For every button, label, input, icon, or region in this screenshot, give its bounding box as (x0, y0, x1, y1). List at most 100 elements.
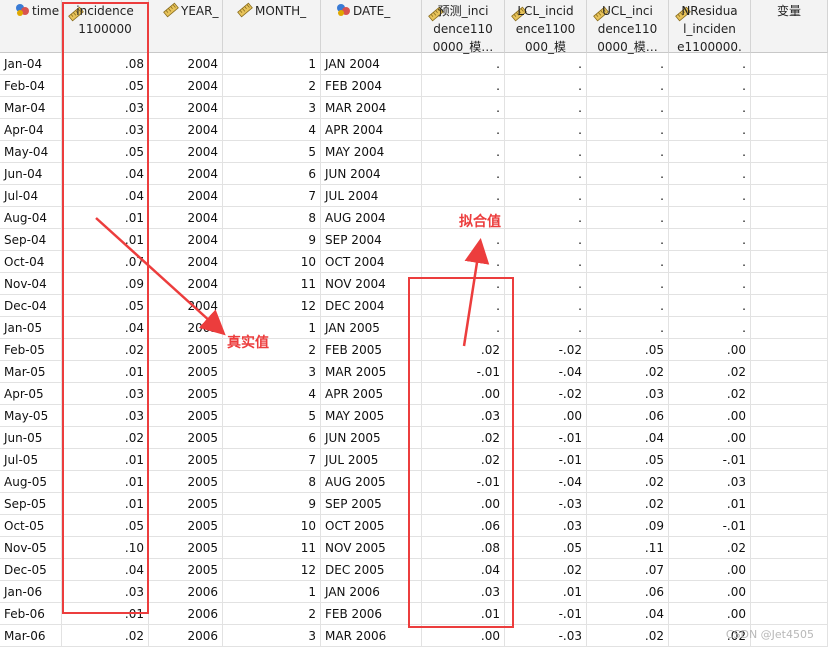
cell-nres[interactable]: . (669, 97, 751, 119)
cell-lcl[interactable]: -.04 (505, 361, 587, 383)
cell-month[interactable]: 10 (223, 251, 321, 273)
cell-empty-var[interactable] (751, 515, 828, 537)
cell-time[interactable]: Jul-05 (0, 449, 62, 471)
cell-empty-var[interactable] (751, 361, 828, 383)
cell-year[interactable]: 2005 (149, 383, 223, 405)
cell-year[interactable]: 2005 (149, 317, 223, 339)
cell-nres[interactable]: . (669, 273, 751, 295)
cell-date[interactable]: JAN 2006 (321, 581, 422, 603)
cell-nres[interactable]: . (669, 119, 751, 141)
cell-month[interactable]: 1 (223, 53, 321, 75)
cell-nres[interactable]: .00 (669, 559, 751, 581)
cell-time[interactable]: Feb-06 (0, 603, 62, 625)
cell-lcl[interactable]: -.03 (505, 625, 587, 647)
cell-month[interactable]: 3 (223, 97, 321, 119)
cell-ucl[interactable]: .06 (587, 405, 669, 427)
cell-ucl[interactable]: .05 (587, 449, 669, 471)
cell-ucl[interactable]: . (587, 75, 669, 97)
cell-empty-var[interactable] (751, 317, 828, 339)
cell-year[interactable]: 2004 (149, 229, 223, 251)
cell-month[interactable]: 9 (223, 493, 321, 515)
cell-year[interactable]: 2004 (149, 97, 223, 119)
cell-time[interactable]: Sep-04 (0, 229, 62, 251)
cell-ucl[interactable]: . (587, 251, 669, 273)
cell-ucl[interactable]: .05 (587, 339, 669, 361)
cell-date[interactable]: SEP 2004 (321, 229, 422, 251)
cell-month[interactable]: 8 (223, 471, 321, 493)
cell-pred[interactable]: . (422, 141, 505, 163)
cell-pred[interactable]: . (422, 251, 505, 273)
column-header-pred[interactable]: 预测_inci dence110 0000_模… (422, 0, 505, 54)
cell-lcl[interactable]: . (505, 251, 587, 273)
cell-date[interactable]: FEB 2004 (321, 75, 422, 97)
cell-lcl[interactable]: . (505, 317, 587, 339)
cell-empty-var[interactable] (751, 295, 828, 317)
cell-year[interactable]: 2005 (149, 559, 223, 581)
cell-pred[interactable]: . (422, 163, 505, 185)
cell-date[interactable]: MAR 2006 (321, 625, 422, 647)
cell-year[interactable]: 2006 (149, 603, 223, 625)
cell-ucl[interactable]: . (587, 163, 669, 185)
cell-time[interactable]: Feb-04 (0, 75, 62, 97)
cell-empty-var[interactable] (751, 141, 828, 163)
cell-lcl[interactable]: . (505, 229, 587, 251)
cell-month[interactable]: 4 (223, 383, 321, 405)
cell-date[interactable]: AUG 2004 (321, 207, 422, 229)
cell-year[interactable]: 2004 (149, 185, 223, 207)
cell-pred[interactable]: . (422, 119, 505, 141)
cell-date[interactable]: MAR 2005 (321, 361, 422, 383)
cell-year[interactable]: 2004 (149, 163, 223, 185)
cell-date[interactable]: MAY 2004 (321, 141, 422, 163)
cell-ucl[interactable]: . (587, 53, 669, 75)
cell-date[interactable]: MAY 2005 (321, 405, 422, 427)
cell-time[interactable]: Nov-04 (0, 273, 62, 295)
cell-month[interactable]: 12 (223, 559, 321, 581)
cell-empty-var[interactable] (751, 163, 828, 185)
cell-nres[interactable]: . (669, 317, 751, 339)
cell-month[interactable]: 2 (223, 75, 321, 97)
cell-date[interactable]: APR 2004 (321, 119, 422, 141)
cell-date[interactable]: JUN 2004 (321, 163, 422, 185)
cell-time[interactable]: Mar-04 (0, 97, 62, 119)
cell-year[interactable]: 2004 (149, 273, 223, 295)
cell-empty-var[interactable] (751, 427, 828, 449)
cell-ucl[interactable]: . (587, 273, 669, 295)
cell-nres[interactable]: .03 (669, 471, 751, 493)
cell-empty-var[interactable] (751, 75, 828, 97)
cell-year[interactable]: 2005 (149, 537, 223, 559)
cell-time[interactable]: Jul-04 (0, 185, 62, 207)
cell-ucl[interactable]: .02 (587, 471, 669, 493)
cell-lcl[interactable]: -.04 (505, 471, 587, 493)
cell-time[interactable]: Mar-05 (0, 361, 62, 383)
cell-date[interactable]: JUL 2004 (321, 185, 422, 207)
cell-ucl[interactable]: . (587, 97, 669, 119)
cell-month[interactable]: 7 (223, 185, 321, 207)
cell-empty-var[interactable] (751, 339, 828, 361)
cell-empty-var[interactable] (751, 603, 828, 625)
cell-pred[interactable]: . (422, 229, 505, 251)
cell-month[interactable]: 6 (223, 427, 321, 449)
cell-lcl[interactable]: . (505, 163, 587, 185)
cell-empty-var[interactable] (751, 97, 828, 119)
cell-year[interactable]: 2005 (149, 361, 223, 383)
cell-month[interactable]: 3 (223, 361, 321, 383)
cell-time[interactable]: Nov-05 (0, 537, 62, 559)
cell-ucl[interactable]: .11 (587, 537, 669, 559)
cell-nres[interactable]: . (669, 207, 751, 229)
column-header-date[interactable]: DATE_ (321, 0, 422, 53)
cell-empty-var[interactable] (751, 471, 828, 493)
cell-lcl[interactable]: -.03 (505, 493, 587, 515)
cell-ucl[interactable]: . (587, 119, 669, 141)
cell-ucl[interactable]: . (587, 141, 669, 163)
cell-month[interactable]: 5 (223, 141, 321, 163)
cell-lcl[interactable]: . (505, 141, 587, 163)
cell-nres[interactable]: -.01 (669, 449, 751, 471)
cell-time[interactable]: Aug-04 (0, 207, 62, 229)
cell-empty-var[interactable] (751, 53, 828, 75)
cell-month[interactable]: 6 (223, 163, 321, 185)
cell-lcl[interactable]: . (505, 119, 587, 141)
cell-lcl[interactable]: .05 (505, 537, 587, 559)
cell-empty-var[interactable] (751, 119, 828, 141)
cell-date[interactable]: AUG 2005 (321, 471, 422, 493)
cell-lcl[interactable]: -.01 (505, 603, 587, 625)
